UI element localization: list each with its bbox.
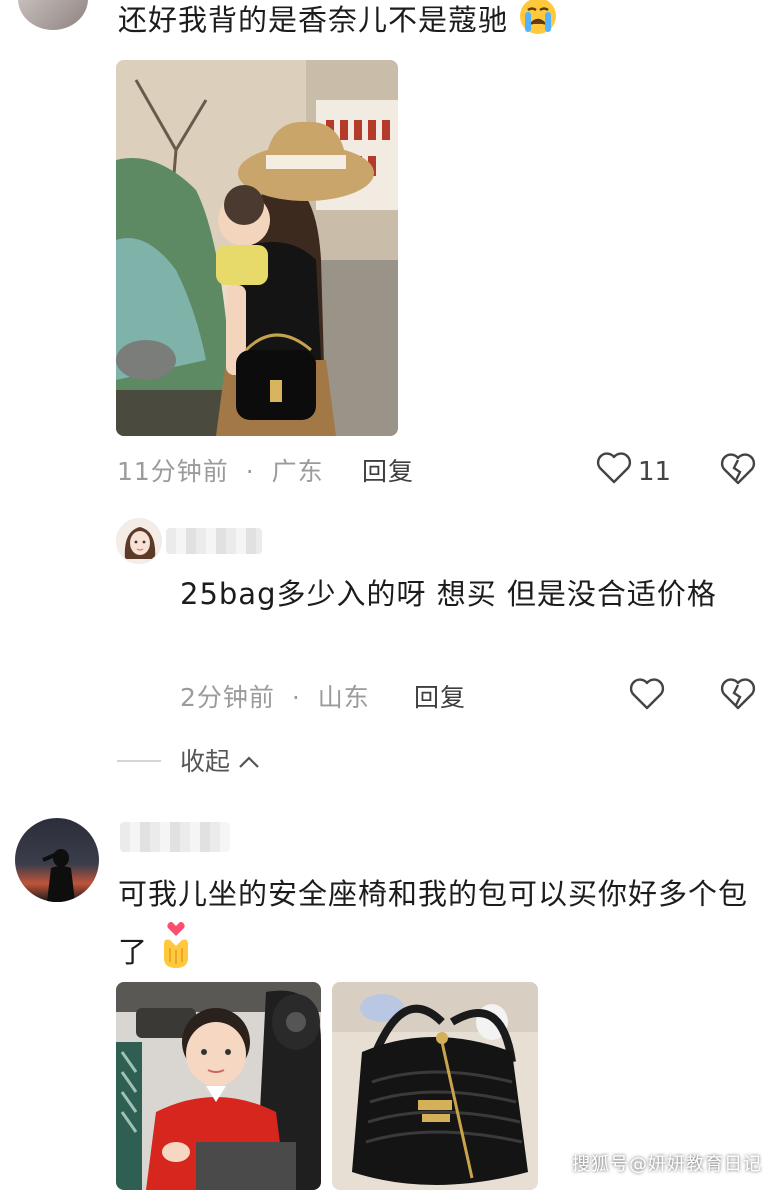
broken-heart-icon [720, 677, 756, 718]
comment1-text: 还好我背的是香奈儿不是蔻驰 [118, 0, 678, 52]
comment1-like-count: 11 [638, 456, 672, 487]
comment2-text-body: 可我儿坐的安全座椅和我的包可以买你好多个包了 [118, 877, 749, 969]
reply1-avatar[interactable] [116, 518, 162, 564]
avatar-girl-illustration [124, 527, 156, 559]
comment1-like-button[interactable]: 11 [596, 451, 671, 492]
reply1-username-blurred [166, 528, 262, 554]
child-car-seat-image [116, 982, 321, 1190]
collapse-label: 收起 [180, 747, 231, 776]
comment2-text: 可我儿坐的安全座椅和我的包可以买你好多个包了 [118, 866, 748, 988]
black-handbag-image [332, 982, 538, 1190]
collapse-divider [117, 760, 161, 762]
crying-face-icon [518, 0, 558, 52]
comment2-avatar[interactable] [15, 818, 99, 902]
heart-hands-icon [158, 921, 194, 988]
meta-dot: · [245, 457, 255, 486]
comment2-username-blurred [120, 822, 230, 852]
broken-heart-icon [720, 452, 756, 493]
comment1-reply-button[interactable]: 回复 [362, 452, 414, 488]
heart-icon [629, 677, 665, 718]
meta-dot: · [291, 683, 301, 712]
comment1-text-body: 还好我背的是香奈儿不是蔻驰 [118, 3, 509, 37]
comment1-meta: 11分钟前 · 广东 [117, 452, 324, 488]
reply1-reply-button[interactable]: 回复 [414, 678, 466, 714]
mother-baby-image [116, 60, 398, 436]
comment2-photo-child-car-seat[interactable] [116, 982, 321, 1190]
comment1-photo[interactable] [116, 60, 398, 436]
collapse-button[interactable]: 收起 [180, 742, 260, 778]
watermark: 搜狐号@妍妍教育日记 [572, 1154, 762, 1175]
chevron-up-icon [238, 746, 260, 775]
reply1-meta: 2分钟前 · 山东 [180, 678, 370, 714]
comment1-avatar[interactable] [18, 0, 88, 30]
reply1-text: 25bag多少入的呀 想买 但是没合适价格 [180, 577, 717, 611]
comment2-photo-handbag[interactable] [332, 982, 538, 1190]
avatar-silhouette [42, 849, 75, 902]
comment1-dislike-button[interactable] [720, 452, 756, 493]
reply1-location: 山东 [317, 683, 370, 712]
reply1-time: 2分钟前 [180, 683, 275, 712]
reply1-like-button[interactable] [629, 677, 665, 718]
comment1-location: 广东 [271, 457, 324, 486]
heart-icon [596, 451, 632, 492]
reply1-dislike-button[interactable] [720, 677, 756, 718]
comment1-time: 11分钟前 [117, 457, 229, 486]
